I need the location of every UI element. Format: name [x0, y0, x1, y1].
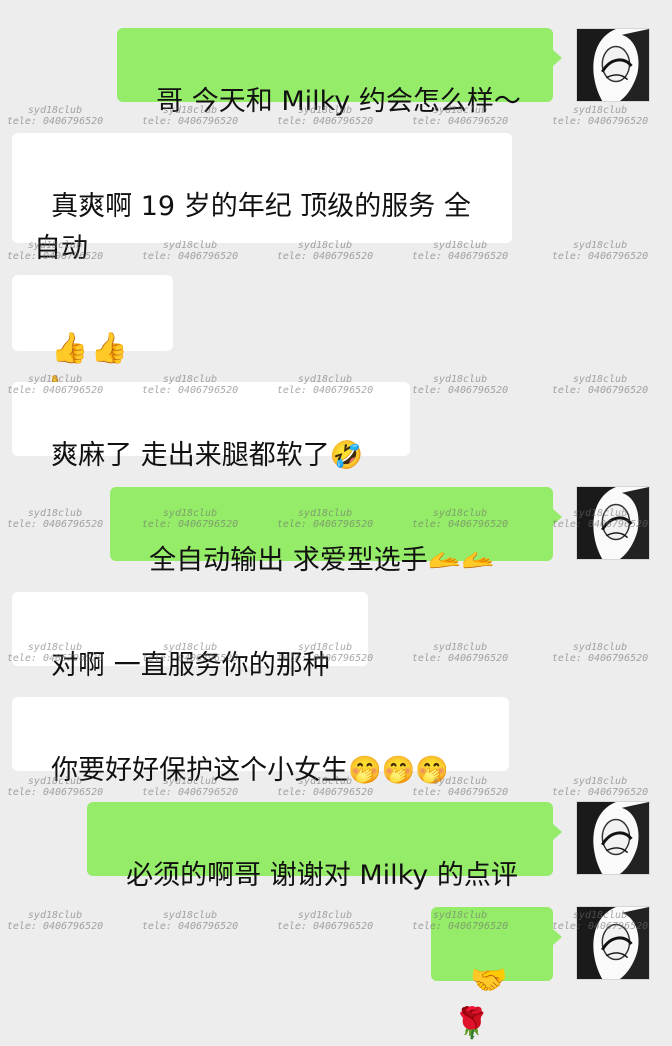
message-bubble-incoming[interactable]: 👍👍👍 [12, 275, 173, 409]
message-bubble-outgoing[interactable]: 哥 今天和 Milky 约会怎么样～ [117, 28, 562, 117]
watermark: syd18club tele: 0406796520 [6, 910, 104, 932]
message-text: 爽麻了 走出来腿都软了🤣 [51, 440, 364, 471]
watermark: syd18club tele: 0406796520 [141, 240, 239, 262]
message-bubble-outgoing[interactable]: 全自动输出 求爱型选手🫴🫴 [110, 487, 562, 576]
watermark: syd18club tele: 0406796520 [551, 776, 649, 798]
message-text: 必须的啊哥 谢谢对 Milky 的点评 [126, 860, 518, 891]
message-text: 🤝🌹 [453, 963, 510, 1041]
avatar-portrait-icon[interactable] [576, 801, 650, 875]
watermark: syd18club tele: 0406796520 [6, 105, 104, 127]
message-bubble-incoming[interactable]: 你要好好保护这个小女生🤭🤭🤭 [12, 697, 509, 786]
chat-screen: { "watermark": { "line1": "syd18club", "… [0, 0, 672, 1041]
watermark: syd18club tele: 0406796520 [551, 240, 649, 262]
watermark: syd18club tele: 0406796520 [6, 508, 104, 530]
message-text: 全自动输出 求爱型选手🫴🫴 [149, 545, 495, 576]
watermark: syd18club tele: 0406796520 [276, 240, 374, 262]
watermark-row: syd18club tele: 0406796520 syd18club tele:… [0, 910, 672, 940]
message-text: 哥 今天和 Milky 约会怎么样～ [156, 86, 521, 117]
message-text: 对啊 一直服务你的那种 [51, 650, 330, 681]
watermark: syd18club tele: 0406796520 [141, 910, 239, 932]
watermark: syd18club tele: 0406796520 [411, 642, 509, 664]
watermark: syd18club tele: 0406796520 [411, 374, 509, 396]
message-bubble-incoming[interactable]: 爽麻了 走出来腿都软了🤣 [12, 382, 410, 471]
message-text: 真爽啊 19 岁的年纪 顶级的服务 全自动 [34, 191, 471, 264]
watermark-row: syd18club tele: 0406796520 syd18club tele:… [0, 240, 672, 270]
message-bubble-outgoing[interactable]: 🤝🌹 [431, 907, 562, 1041]
message-bubble-incoming[interactable]: 真爽啊 19 岁的年纪 顶级的服务 全自动 [12, 133, 512, 264]
watermark: syd18club tele: 0406796520 [551, 374, 649, 396]
avatar-portrait-icon[interactable] [576, 906, 650, 980]
avatar-portrait-icon[interactable] [576, 486, 650, 560]
watermark: syd18club tele: 0406796520 [411, 240, 509, 262]
message-text: 你要好好保护这个小女生🤭🤭🤭 [51, 755, 450, 786]
watermark: syd18club tele: 0406796520 [551, 105, 649, 127]
message-bubble-incoming[interactable]: 对啊 一直服务你的那种 [12, 592, 368, 681]
message-bubble-outgoing[interactable]: 必须的啊哥 谢谢对 Milky 的点评 [87, 802, 562, 891]
watermark: syd18club tele: 0406796520 [551, 642, 649, 664]
avatar-portrait-icon[interactable] [576, 28, 650, 102]
watermark: syd18club tele: 0406796520 [276, 910, 374, 932]
